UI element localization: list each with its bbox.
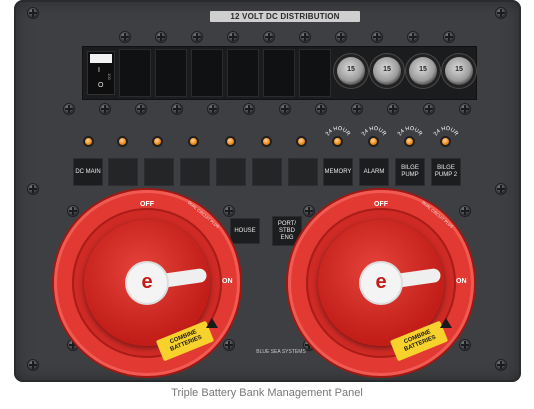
svg-text:24 HOUR: 24 HOUR bbox=[361, 126, 387, 137]
circuit-label-blank bbox=[252, 158, 282, 186]
screw-icon bbox=[496, 8, 506, 18]
power-icon: e bbox=[127, 263, 167, 303]
screw-icon bbox=[120, 32, 130, 42]
switch-rocker bbox=[90, 54, 112, 63]
circuit-label-bilge-pump: BILGE PUMP bbox=[395, 158, 425, 186]
fuse-rating: 15 bbox=[419, 66, 427, 73]
circuit-label-alarm: ALARM bbox=[359, 158, 389, 186]
battery-switch-left[interactable]: OFF ON DUAL CIRCUIT PLUS e COMBINE BATTE… bbox=[54, 190, 240, 376]
screw-icon bbox=[496, 184, 506, 194]
screw-icon bbox=[172, 104, 182, 114]
svg-text:24 HOUR: 24 HOUR bbox=[325, 126, 351, 137]
circuit-label-dc-main: DC MAIN bbox=[73, 158, 103, 186]
switch-rating: 100 bbox=[106, 73, 112, 80]
led-indicator bbox=[119, 138, 126, 145]
fuse-holder-4[interactable]: 15 bbox=[445, 57, 473, 85]
switch-off-label: OFF bbox=[140, 201, 154, 208]
blank-breaker-slot bbox=[263, 49, 295, 97]
screw-icon bbox=[336, 32, 346, 42]
image-caption: Triple Battery Bank Management Panel bbox=[171, 387, 363, 399]
distribution-panel: 12 VOLT DC DISTRIBUTION I O 100 15 15 15… bbox=[14, 0, 521, 382]
breaker-strip: I O 100 15 15 15 15 bbox=[82, 46, 477, 100]
circuit-label-blank bbox=[288, 158, 318, 186]
screw-icon bbox=[316, 104, 326, 114]
warning-icon bbox=[440, 318, 452, 328]
screw-icon bbox=[136, 104, 146, 114]
led-indicator bbox=[263, 138, 270, 145]
screw-icon bbox=[208, 104, 218, 114]
screw-icon bbox=[444, 32, 454, 42]
screw-icon bbox=[460, 104, 470, 114]
circuit-label-blank bbox=[180, 158, 210, 186]
fuse-rating: 15 bbox=[383, 66, 391, 73]
switch-on-label: ON bbox=[456, 278, 467, 285]
hour-label-text: 24 HOUR bbox=[325, 126, 351, 137]
screw-icon bbox=[244, 104, 254, 114]
screw-icon bbox=[28, 360, 38, 370]
blank-breaker-slot bbox=[227, 49, 259, 97]
led-indicator bbox=[190, 138, 197, 145]
switch-off-mark: O bbox=[98, 82, 104, 89]
led-indicator bbox=[227, 138, 234, 145]
hour-label: 24 HOUR bbox=[323, 126, 353, 156]
blank-breaker-slot bbox=[155, 49, 187, 97]
hour-label: 24 HOUR bbox=[359, 126, 389, 156]
warning-icon bbox=[206, 318, 218, 328]
fuse-holder-2[interactable]: 15 bbox=[373, 57, 401, 85]
hour-label: 24 HOUR bbox=[431, 126, 461, 156]
blank-breaker-slot bbox=[119, 49, 151, 97]
screw-icon bbox=[300, 32, 310, 42]
blank-breaker-slot bbox=[191, 49, 223, 97]
screw-icon bbox=[496, 360, 506, 370]
circuit-label-blank bbox=[216, 158, 246, 186]
circuit-label-blank bbox=[108, 158, 138, 186]
fuse-holder-3[interactable]: 15 bbox=[409, 57, 437, 85]
screw-icon bbox=[280, 104, 290, 114]
switch-on-mark: I bbox=[98, 67, 100, 74]
screw-icon bbox=[28, 8, 38, 18]
led-indicator bbox=[298, 138, 305, 145]
svg-text:24 HOUR: 24 HOUR bbox=[433, 126, 459, 137]
svg-text:24 HOUR: 24 HOUR bbox=[397, 126, 423, 137]
circuit-label-memory: MEMORY bbox=[323, 158, 353, 186]
screw-icon bbox=[228, 32, 238, 42]
manufacturer-mark: BLUE SEA SYSTEMS bbox=[256, 349, 306, 355]
led-indicator bbox=[154, 138, 161, 145]
fuse-rating: 15 bbox=[455, 66, 463, 73]
fuse-rating: 15 bbox=[347, 66, 355, 73]
circuit-label-bilge-pump-2: BILGE PUMP 2 bbox=[431, 158, 461, 186]
led-indicator bbox=[85, 138, 92, 145]
screw-icon bbox=[388, 104, 398, 114]
dc-main-breaker-switch[interactable]: I O 100 bbox=[87, 51, 115, 95]
screw-icon bbox=[28, 184, 38, 194]
circuit-label-blank bbox=[144, 158, 174, 186]
screw-icon bbox=[372, 32, 382, 42]
switch-off-label: OFF bbox=[374, 201, 388, 208]
screw-icon bbox=[192, 32, 202, 42]
panel-title: 12 VOLT DC DISTRIBUTION bbox=[210, 11, 360, 22]
screw-icon bbox=[100, 104, 110, 114]
screw-icon bbox=[424, 104, 434, 114]
screw-icon bbox=[64, 104, 74, 114]
screw-icon bbox=[264, 32, 274, 42]
switch-on-label: ON bbox=[222, 278, 233, 285]
hour-label-text: 24 HOUR bbox=[397, 126, 423, 137]
hour-label-text: 24 HOUR bbox=[361, 126, 387, 137]
fuse-holder-1[interactable]: 15 bbox=[337, 57, 365, 85]
screw-icon bbox=[156, 32, 166, 42]
hour-label: 24 HOUR bbox=[395, 126, 425, 156]
power-icon: e bbox=[361, 263, 401, 303]
screw-icon bbox=[408, 32, 418, 42]
screw-icon bbox=[352, 104, 362, 114]
hour-label-text: 24 HOUR bbox=[433, 126, 459, 137]
blank-breaker-slot bbox=[299, 49, 331, 97]
